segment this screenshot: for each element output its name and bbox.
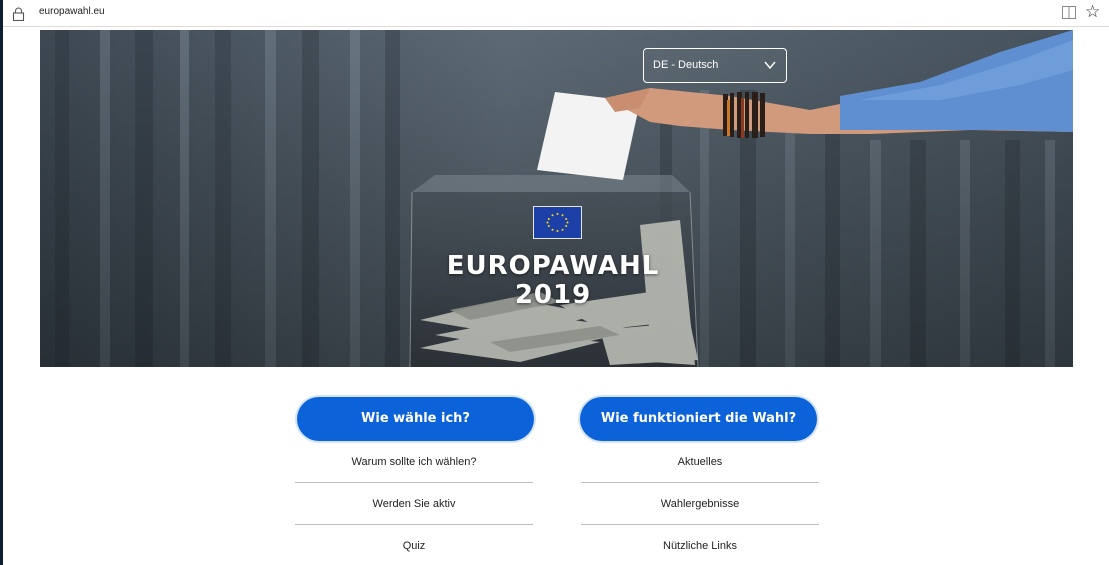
hero-background-image bbox=[40, 30, 1073, 367]
hero-title: EUROPAWAHL 2019 bbox=[403, 252, 703, 310]
lock-icon bbox=[12, 7, 25, 21]
hero-title-line1: EUROPAWAHL bbox=[446, 251, 660, 281]
link-get-active[interactable]: Werden Sie aktiv bbox=[295, 483, 533, 525]
language-selected-label: DE - Deutsch bbox=[653, 59, 719, 71]
reader-view-icon[interactable] bbox=[1062, 6, 1076, 19]
how-do-i-vote-button[interactable]: Wie wähle ich? bbox=[297, 397, 534, 441]
link-why-vote[interactable]: Warum sollte ich wählen? bbox=[295, 441, 533, 483]
address-bar[interactable]: europawahl.eu ☆ bbox=[3, 0, 1109, 27]
url-text[interactable]: europawahl.eu bbox=[39, 6, 105, 17]
link-election-results[interactable]: Wahlergebnisse bbox=[581, 483, 819, 525]
left-link-list: Warum sollte ich wählen? Werden Sie akti… bbox=[295, 441, 533, 565]
eu-flag-icon bbox=[533, 206, 582, 239]
chevron-down-icon bbox=[764, 61, 776, 70]
language-select[interactable]: DE - Deutsch bbox=[643, 48, 787, 83]
link-quiz[interactable]: Quiz bbox=[295, 525, 533, 565]
link-useful-links[interactable]: Nützliche Links bbox=[581, 525, 819, 565]
hero-banner: DE - Deutsch EUROPAWAHL 2019 bbox=[40, 30, 1073, 367]
bookmark-star-icon[interactable]: ☆ bbox=[1085, 1, 1100, 23]
right-link-list: Aktuelles Wahlergebnisse Nützliche Links bbox=[581, 441, 819, 565]
how-does-election-work-button[interactable]: Wie funktioniert die Wahl? bbox=[580, 397, 817, 441]
link-news[interactable]: Aktuelles bbox=[581, 441, 819, 483]
hero-title-line2: 2019 bbox=[514, 280, 592, 310]
browser-window: europawahl.eu ☆ DE - Deutsch EUROPAWAHL … bbox=[3, 0, 1109, 565]
